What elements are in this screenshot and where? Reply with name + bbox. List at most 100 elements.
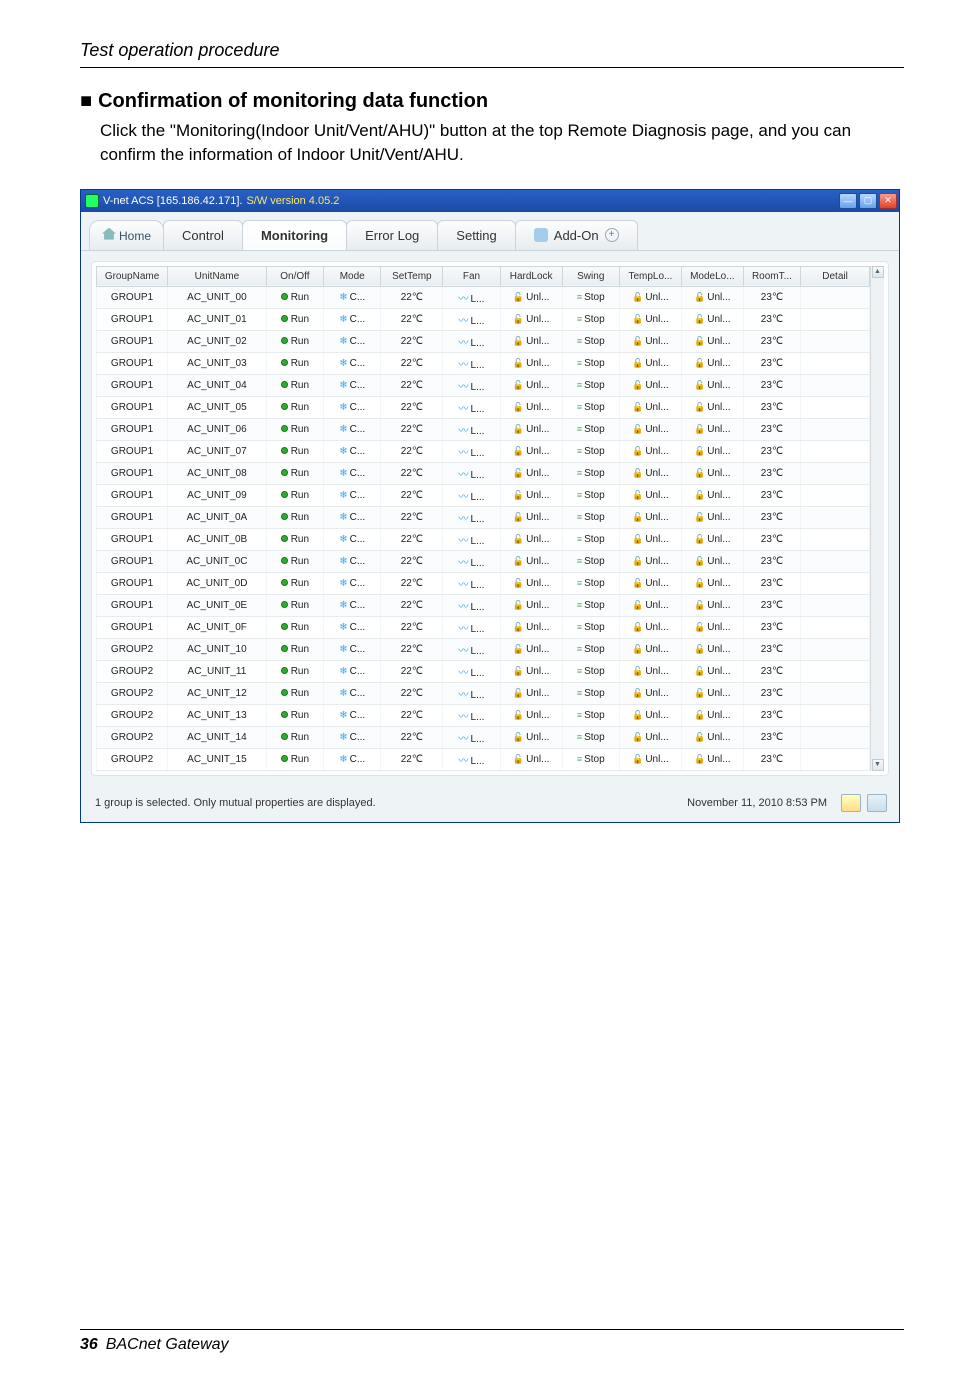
cell-hardlock: 🔓Unl... [500, 286, 562, 308]
lock-icon: 🔓 [513, 490, 524, 500]
col-header[interactable]: Swing [562, 266, 619, 286]
col-header[interactable]: ModeLo... [681, 266, 743, 286]
table-row[interactable]: GROUP1AC_UNIT_0FRun❄C...22℃〰L...🔓Unl...≡… [97, 616, 870, 638]
table-row[interactable]: GROUP2AC_UNIT_14Run❄C...22℃〰L...🔓Unl...≡… [97, 726, 870, 748]
vertical-scrollbar[interactable]: ▲ ▼ [870, 266, 884, 771]
table-row[interactable]: GROUP1AC_UNIT_03Run❄C...22℃〰L...🔓Unl...≡… [97, 352, 870, 374]
tab-setting[interactable]: Setting [437, 220, 515, 250]
table-row[interactable]: GROUP1AC_UNIT_06Run❄C...22℃〰L...🔓Unl...≡… [97, 418, 870, 440]
col-header[interactable]: Fan [443, 266, 500, 286]
cell-modelo: 🔓Unl... [681, 660, 743, 682]
col-header[interactable]: SetTemp [381, 266, 443, 286]
scroll-up-button[interactable]: ▲ [872, 266, 884, 278]
cell-settemp: 22℃ [381, 396, 443, 418]
cell-detail [801, 660, 870, 682]
table-row[interactable]: GROUP1AC_UNIT_04Run❄C...22℃〰L...🔓Unl...≡… [97, 374, 870, 396]
cell-fan: 〰L... [443, 418, 500, 440]
table-row[interactable]: GROUP2AC_UNIT_13Run❄C...22℃〰L...🔓Unl...≡… [97, 704, 870, 726]
table-row[interactable]: GROUP1AC_UNIT_0ARun❄C...22℃〰L...🔓Unl...≡… [97, 506, 870, 528]
close-button[interactable]: ✕ [879, 193, 897, 209]
window-titlebar[interactable]: V-net ACS [165.186.42.171]. S/W version … [81, 190, 899, 212]
table-row[interactable]: GROUP2AC_UNIT_10Run❄C...22℃〰L...🔓Unl...≡… [97, 638, 870, 660]
cell-group: GROUP1 [97, 308, 168, 330]
tab-control[interactable]: Control [163, 220, 243, 250]
table-row[interactable]: GROUP1AC_UNIT_07Run❄C...22℃〰L...🔓Unl...≡… [97, 440, 870, 462]
lock-icon: 🔓 [694, 644, 705, 654]
cell-hardlock: 🔓Unl... [500, 418, 562, 440]
col-header[interactable]: Detail [801, 266, 870, 286]
cell-unit: AC_UNIT_07 [168, 440, 267, 462]
cell-detail [801, 418, 870, 440]
lock-icon: 🔓 [694, 556, 705, 566]
minimize-button[interactable]: — [839, 193, 857, 209]
cell-onoff: Run [266, 660, 323, 682]
tab-addon[interactable]: Add-On+ [515, 220, 638, 250]
fan-wave-icon: 〰 [459, 338, 469, 349]
col-header[interactable]: HardLock [500, 266, 562, 286]
status-flag-icon[interactable] [841, 794, 861, 812]
run-status-icon [281, 535, 288, 542]
tab-home[interactable]: Home [89, 220, 164, 250]
lock-icon: 🔓 [513, 380, 524, 390]
cell-detail [801, 550, 870, 572]
col-header[interactable]: On/Off [266, 266, 323, 286]
table-row[interactable]: GROUP1AC_UNIT_08Run❄C...22℃〰L...🔓Unl...≡… [97, 462, 870, 484]
cell-mode: ❄C... [324, 550, 381, 572]
cell-detail [801, 638, 870, 660]
cell-modelo: 🔓Unl... [681, 440, 743, 462]
cell-hardlock: 🔓Unl... [500, 330, 562, 352]
status-bar: 1 group is selected. Only mutual propert… [81, 786, 899, 822]
cell-roomt: 23℃ [743, 462, 800, 484]
scroll-down-button[interactable]: ▼ [872, 759, 884, 771]
col-header[interactable]: GroupName [97, 266, 168, 286]
table-row[interactable]: GROUP1AC_UNIT_09Run❄C...22℃〰L...🔓Unl...≡… [97, 484, 870, 506]
cell-detail [801, 286, 870, 308]
swing-icon: ≡ [577, 380, 582, 390]
table-row[interactable]: GROUP2AC_UNIT_12Run❄C...22℃〰L...🔓Unl...≡… [97, 682, 870, 704]
swing-icon: ≡ [577, 688, 582, 698]
table-row[interactable]: GROUP1AC_UNIT_0DRun❄C...22℃〰L...🔓Unl...≡… [97, 572, 870, 594]
maximize-button[interactable]: ▢ [859, 193, 877, 209]
fan-wave-icon: 〰 [459, 624, 469, 635]
table-row[interactable]: GROUP1AC_UNIT_0ERun❄C...22℃〰L...🔓Unl...≡… [97, 594, 870, 616]
cell-detail [801, 594, 870, 616]
cell-settemp: 22℃ [381, 330, 443, 352]
cell-group: GROUP1 [97, 550, 168, 572]
col-header[interactable]: TempLo... [619, 266, 681, 286]
cell-mode: ❄C... [324, 572, 381, 594]
cell-fan: 〰L... [443, 396, 500, 418]
table-row[interactable]: GROUP1AC_UNIT_00Run❄C...22℃〰L...🔓Unl...≡… [97, 286, 870, 308]
col-header[interactable]: RoomT... [743, 266, 800, 286]
cell-templo: 🔓Unl... [619, 528, 681, 550]
table-row[interactable]: GROUP1AC_UNIT_05Run❄C...22℃〰L...🔓Unl...≡… [97, 396, 870, 418]
cell-hardlock: 🔓Unl... [500, 616, 562, 638]
lock-icon: 🔓 [632, 468, 643, 478]
monitoring-table: GroupNameUnitNameOn/OffModeSetTempFanHar… [96, 266, 870, 771]
cell-fan: 〰L... [443, 374, 500, 396]
tab-monitoring[interactable]: Monitoring [242, 220, 347, 250]
table-row[interactable]: GROUP1AC_UNIT_0CRun❄C...22℃〰L...🔓Unl...≡… [97, 550, 870, 572]
doc-running-header: Test operation procedure [80, 40, 904, 68]
lock-icon: 🔓 [513, 424, 524, 434]
tab-errorlog[interactable]: Error Log [346, 220, 438, 250]
status-text-left: 1 group is selected. Only mutual propert… [95, 797, 376, 809]
cell-modelo: 🔓Unl... [681, 748, 743, 770]
cell-onoff: Run [266, 374, 323, 396]
col-header[interactable]: Mode [324, 266, 381, 286]
run-status-icon [281, 315, 288, 322]
cell-templo: 🔓Unl... [619, 462, 681, 484]
cell-group: GROUP2 [97, 682, 168, 704]
status-monitor-icon[interactable] [867, 794, 887, 812]
swing-icon: ≡ [577, 314, 582, 324]
table-row[interactable]: GROUP2AC_UNIT_15Run❄C...22℃〰L...🔓Unl...≡… [97, 748, 870, 770]
table-row[interactable]: GROUP1AC_UNIT_02Run❄C...22℃〰L...🔓Unl...≡… [97, 330, 870, 352]
cell-swing: ≡Stop [562, 704, 619, 726]
table-row[interactable]: GROUP2AC_UNIT_11Run❄C...22℃〰L...🔓Unl...≡… [97, 660, 870, 682]
lock-icon: 🔓 [513, 556, 524, 566]
tab-home-label: Home [119, 229, 151, 243]
table-row[interactable]: GROUP1AC_UNIT_0BRun❄C...22℃〰L...🔓Unl...≡… [97, 528, 870, 550]
cell-mode: ❄C... [324, 704, 381, 726]
col-header[interactable]: UnitName [168, 266, 267, 286]
table-row[interactable]: GROUP1AC_UNIT_01Run❄C...22℃〰L...🔓Unl...≡… [97, 308, 870, 330]
swing-icon: ≡ [577, 490, 582, 500]
